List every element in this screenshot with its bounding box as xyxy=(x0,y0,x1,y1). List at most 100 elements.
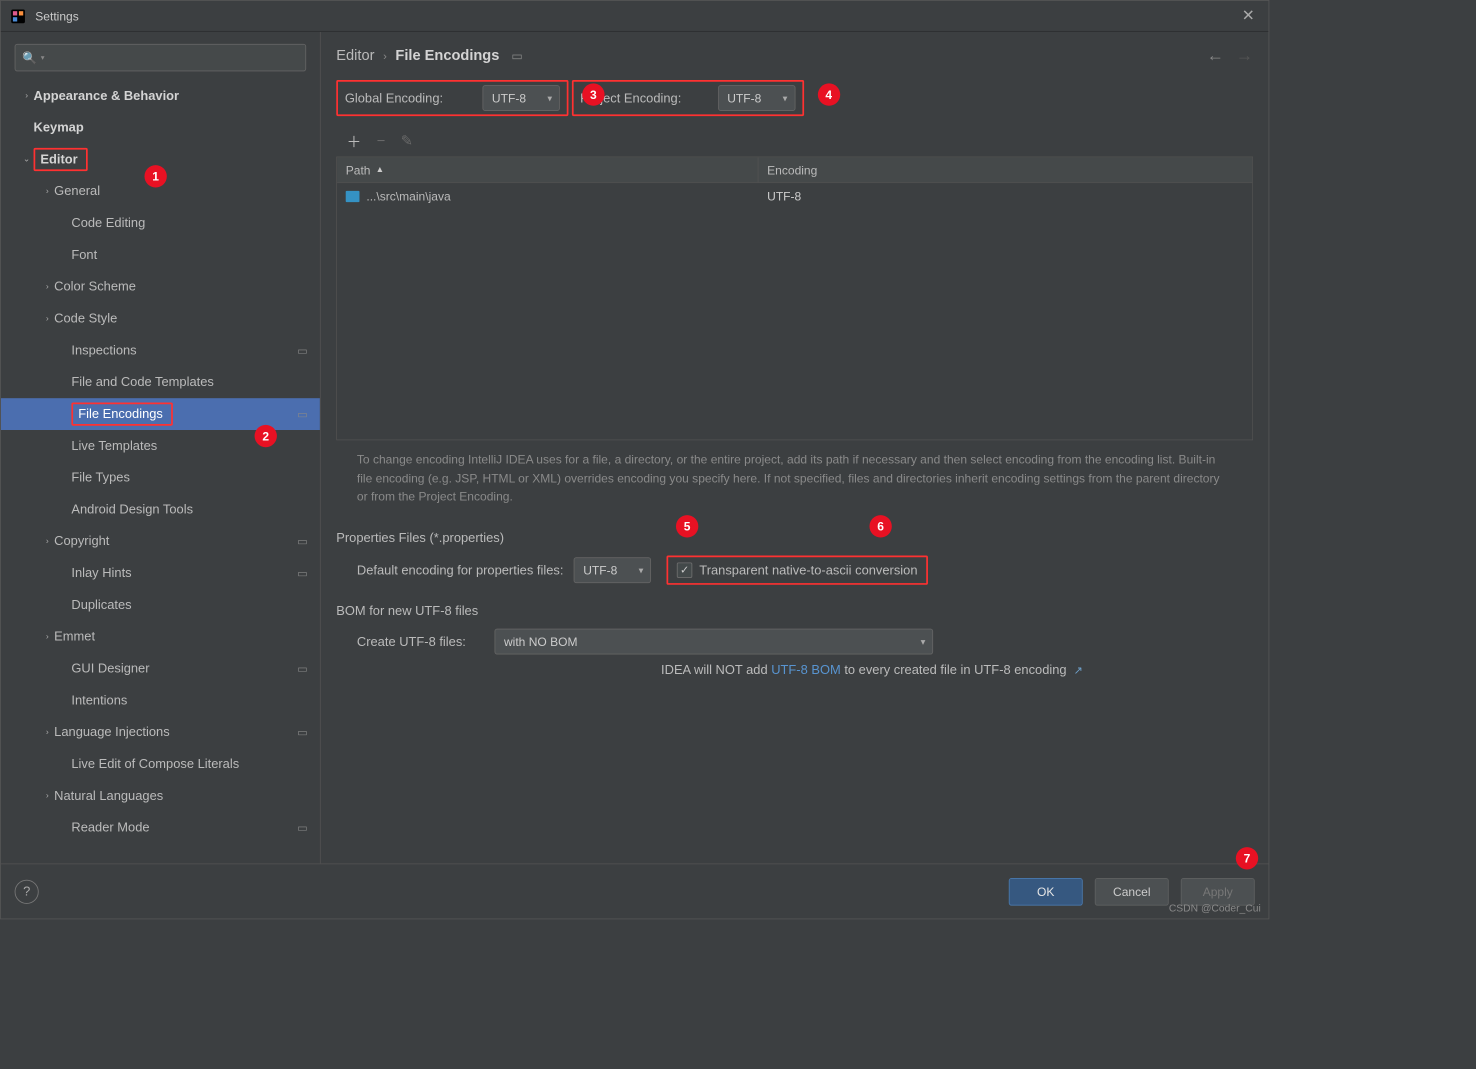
sidebar-item-file-encodings[interactable]: File Encodings▭ xyxy=(1,398,320,430)
utf8-bom-link[interactable]: UTF-8 BOM xyxy=(771,663,841,678)
properties-default-dropdown[interactable]: UTF-8 xyxy=(574,557,651,583)
col-path-label: Path xyxy=(346,163,371,177)
sidebar-item-copyright[interactable]: ›Copyright▭ xyxy=(1,525,320,557)
sidebar-item-font[interactable]: Font xyxy=(1,239,320,271)
sidebar-item-label: Inlay Hints xyxy=(71,566,297,581)
sidebar-item-label: Code Editing xyxy=(71,216,308,231)
sidebar-item-natural-languages[interactable]: ›Natural Languages xyxy=(1,780,320,812)
cell-path: ...\src\main\java xyxy=(337,189,758,203)
back-arrow-icon[interactable]: ← xyxy=(1207,46,1224,66)
sidebar-item-label: Reader Mode xyxy=(71,820,297,835)
project-scope-icon: ▭ xyxy=(297,725,308,739)
content-area: Global Encoding: UTF-8 3 Project Encodin… xyxy=(321,80,1269,863)
sidebar-item-label: File Encodings xyxy=(71,402,297,425)
properties-row: Default encoding for properties files: U… xyxy=(336,556,1253,585)
chevron-right-icon: › xyxy=(40,187,54,196)
sidebar-item-android-design-tools[interactable]: Android Design Tools xyxy=(1,494,320,526)
properties-default-label: Default encoding for properties files: xyxy=(357,563,564,578)
bom-hint-suffix: to every created file in UTF-8 encoding xyxy=(844,663,1066,678)
sidebar-item-file-and-code-templates[interactable]: File and Code Templates xyxy=(1,366,320,398)
close-icon[interactable]: ✕ xyxy=(1237,7,1260,25)
sidebar-item-label: Font xyxy=(71,248,308,263)
sidebar-item-label: Inspections xyxy=(71,343,297,358)
project-scope-icon: ▭ xyxy=(511,49,522,64)
sidebar-item-label: General xyxy=(54,184,308,199)
project-scope-icon: ▭ xyxy=(297,407,308,421)
project-encoding-dropdown[interactable]: UTF-8 xyxy=(718,85,795,111)
bom-create-dropdown[interactable]: with NO BOM xyxy=(495,629,934,655)
transparent-ascii-group: ✓ Transparent native-to-ascii conversion xyxy=(667,556,928,585)
cancel-button[interactable]: Cancel xyxy=(1095,878,1169,906)
settings-tree: ›Appearance & BehaviorKeymap⌄Editor›Gene… xyxy=(1,80,320,863)
apply-button[interactable]: Apply xyxy=(1181,878,1255,906)
edit-icon: ✎ xyxy=(401,132,413,149)
annotation-badge-2: 2 xyxy=(255,425,277,447)
sidebar-item-label: Keymap xyxy=(34,120,308,135)
ok-button[interactable]: OK xyxy=(1009,878,1083,906)
sidebar-item-inspections[interactable]: Inspections▭ xyxy=(1,335,320,367)
sidebar-item-reader-mode[interactable]: Reader Mode▭ xyxy=(1,812,320,844)
project-scope-icon: ▭ xyxy=(297,566,308,580)
project-scope-icon: ▭ xyxy=(297,534,308,548)
sidebar-item-file-types[interactable]: File Types xyxy=(1,462,320,494)
breadcrumb-leaf: File Encodings xyxy=(395,47,499,64)
bom-hint: IDEA will NOT add UTF-8 BOM to every cre… xyxy=(336,663,1253,678)
breadcrumb: Editor › File Encodings ▭ ← → xyxy=(321,32,1269,80)
sidebar-item-label: Live Edit of Compose Literals xyxy=(71,757,308,772)
project-scope-icon: ▭ xyxy=(297,662,308,676)
path-text: ...\src\main\java xyxy=(366,189,450,203)
transparent-ascii-checkbox[interactable]: ✓ xyxy=(677,562,692,577)
sidebar-item-label: Editor xyxy=(34,148,308,171)
global-encoding-label: Global Encoding: xyxy=(345,91,483,106)
sidebar-item-label: Intentions xyxy=(71,693,308,708)
annotation-badge-7: 7 xyxy=(1236,847,1258,869)
remove-icon: − xyxy=(377,132,386,149)
sidebar-item-gui-designer[interactable]: GUI Designer▭ xyxy=(1,653,320,685)
watermark: CSDN @Coder_Cui xyxy=(1169,902,1261,914)
breadcrumb-root[interactable]: Editor xyxy=(336,47,374,64)
sidebar-item-code-style[interactable]: ›Code Style xyxy=(1,303,320,335)
project-scope-icon: ▭ xyxy=(297,344,308,358)
sidebar-item-label: File and Code Templates xyxy=(71,375,308,390)
bom-section-header: BOM for new UTF-8 files xyxy=(336,604,1253,619)
external-link-icon: ↗ xyxy=(1074,664,1083,677)
sidebar: 🔍 ▾ ›Appearance & BehaviorKeymap⌄Editor›… xyxy=(1,32,321,864)
sidebar-item-code-editing[interactable]: Code Editing xyxy=(1,207,320,239)
add-icon[interactable]: ＋ xyxy=(347,130,362,152)
search-input[interactable] xyxy=(48,51,298,64)
properties-section-header: Properties Files (*.properties) xyxy=(336,531,1253,546)
col-path[interactable]: Path ▲ xyxy=(337,157,758,182)
table-header: Path ▲ Encoding xyxy=(337,157,1252,183)
help-button[interactable]: ? xyxy=(15,879,39,903)
chevron-right-icon: › xyxy=(40,728,54,737)
help-text: To change encoding IntelliJ IDEA uses fo… xyxy=(336,451,1253,522)
sidebar-item-label: Natural Languages xyxy=(54,789,308,804)
sidebar-item-intentions[interactable]: Intentions xyxy=(1,685,320,717)
forward-arrow-icon: → xyxy=(1236,46,1253,66)
chevron-down-icon: ▾ xyxy=(41,53,45,62)
sidebar-item-inlay-hints[interactable]: Inlay Hints▭ xyxy=(1,557,320,589)
search-field[interactable]: 🔍 ▾ xyxy=(15,44,307,72)
footer: ? OK Cancel Apply 7 xyxy=(1,863,1269,918)
chevron-right-icon: › xyxy=(40,537,54,546)
sidebar-item-duplicates[interactable]: Duplicates xyxy=(1,589,320,621)
table-body: ...\src\main\javaUTF-8 xyxy=(337,183,1252,439)
col-encoding[interactable]: Encoding xyxy=(759,157,1253,182)
sidebar-item-label: Copyright xyxy=(54,534,297,549)
search-icon: 🔍 xyxy=(22,50,37,65)
chevron-right-icon: › xyxy=(40,632,54,641)
sidebar-item-language-injections[interactable]: ›Language Injections▭ xyxy=(1,716,320,748)
sidebar-item-live-edit-of-compose-literals[interactable]: Live Edit of Compose Literals xyxy=(1,748,320,780)
sidebar-item-emmet[interactable]: ›Emmet xyxy=(1,621,320,653)
chevron-right-icon: › xyxy=(383,49,387,62)
path-toolbar: ＋ − ✎ xyxy=(336,125,1253,157)
bom-row: Create UTF-8 files: with NO BOM xyxy=(336,629,1253,655)
sidebar-item-label: Emmet xyxy=(54,630,308,645)
title-bar: Settings ✕ xyxy=(1,1,1269,32)
sidebar-item-color-scheme[interactable]: ›Color Scheme xyxy=(1,271,320,303)
sort-asc-icon: ▲ xyxy=(376,165,385,174)
sidebar-item-appearance-behavior[interactable]: ›Appearance & Behavior xyxy=(1,80,320,112)
global-encoding-dropdown[interactable]: UTF-8 xyxy=(482,85,559,111)
sidebar-item-keymap[interactable]: Keymap xyxy=(1,112,320,144)
table-row[interactable]: ...\src\main\javaUTF-8 xyxy=(337,183,1252,209)
